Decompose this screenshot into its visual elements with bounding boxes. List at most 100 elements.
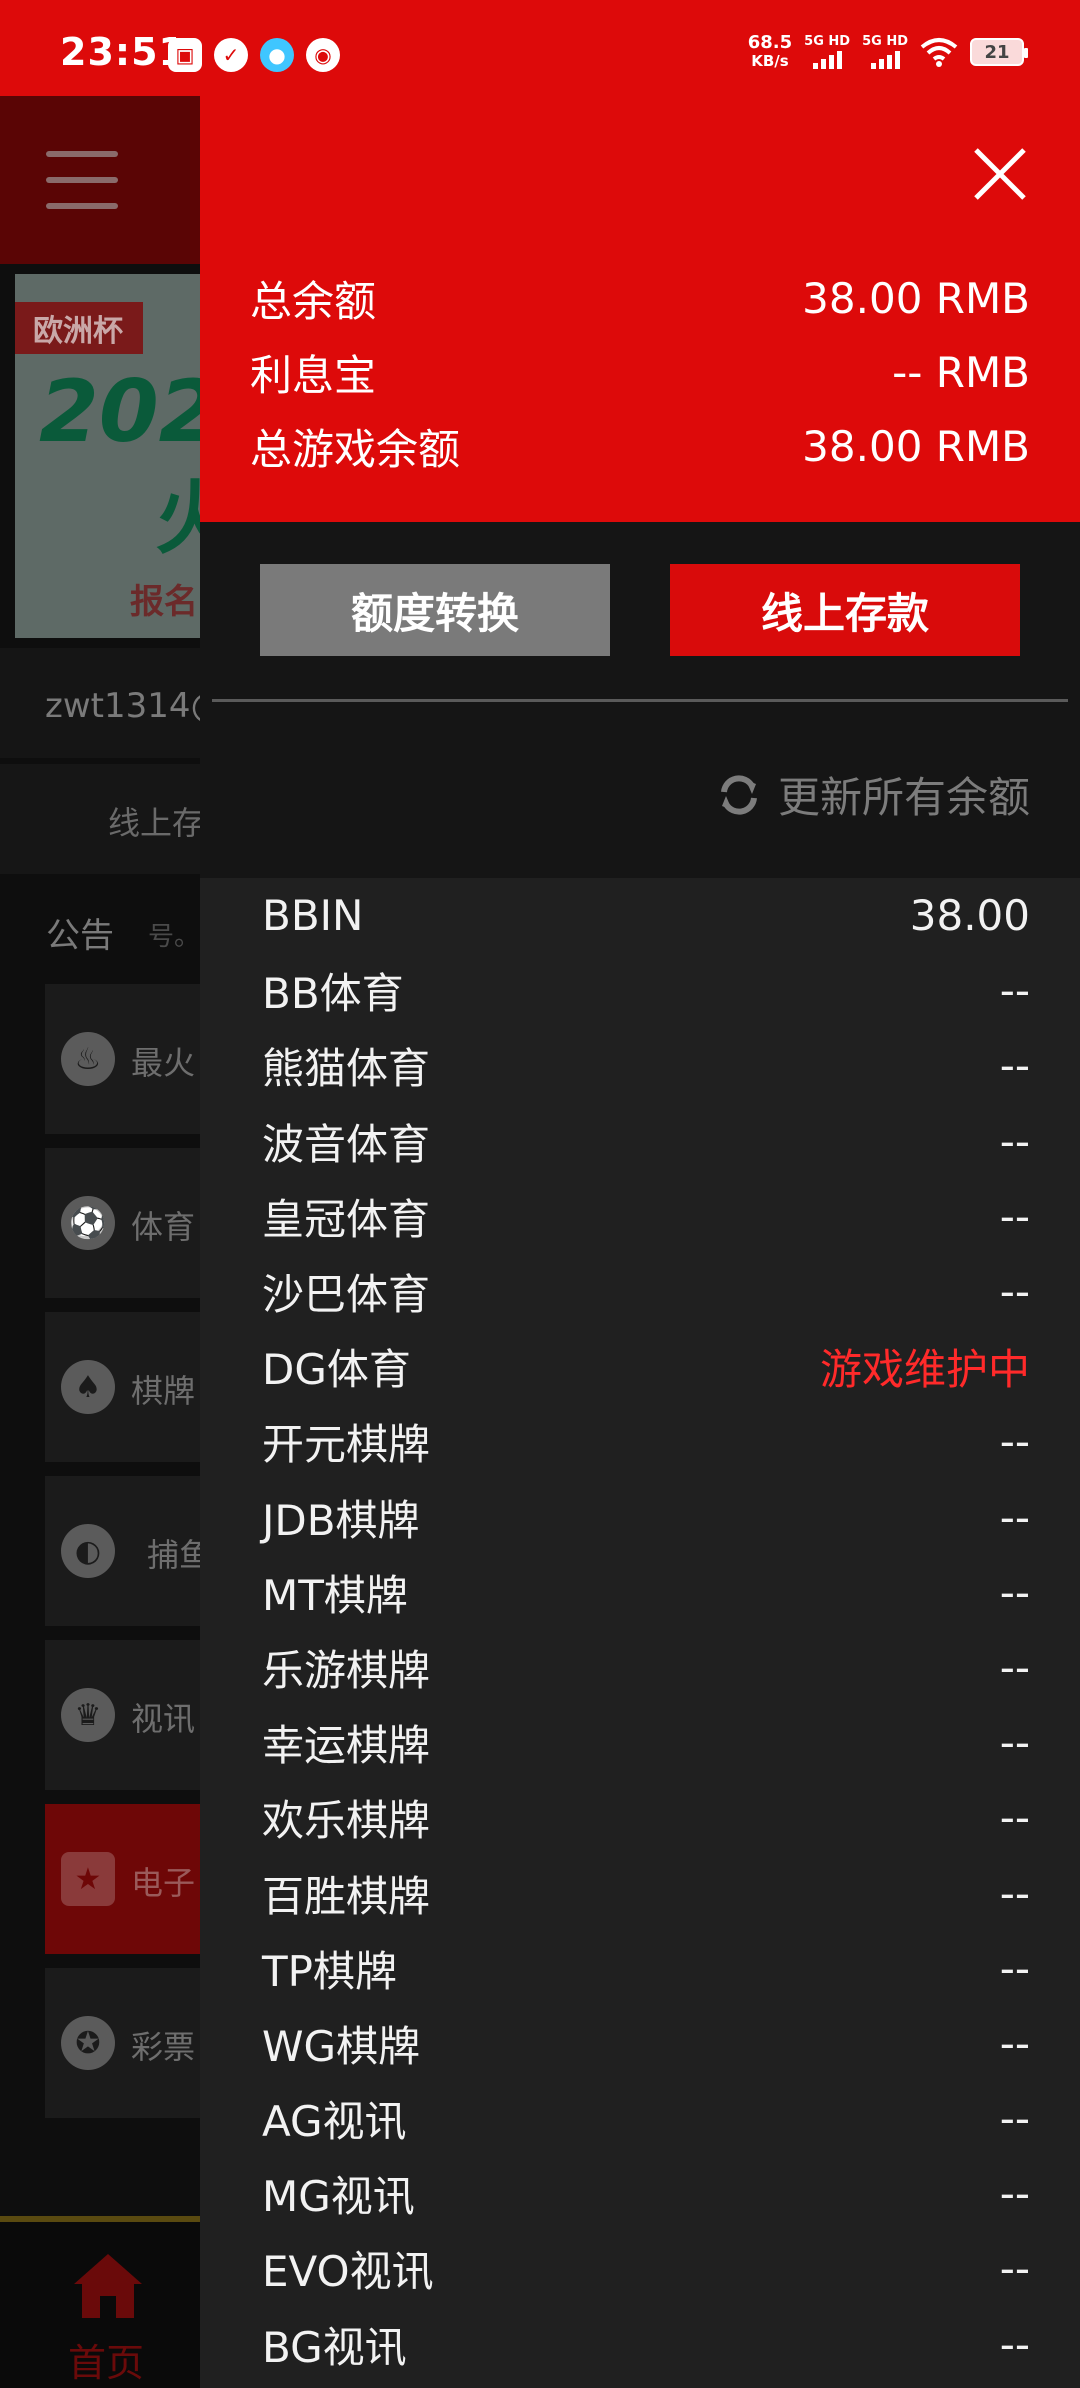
game-name: 波音体育 <box>262 1119 431 1169</box>
close-icon[interactable] <box>968 142 1032 206</box>
game-balance-value: -- <box>999 1868 1030 1918</box>
game-balance-value: -- <box>999 1943 1030 1993</box>
cards-icon: ♠ <box>61 1360 115 1414</box>
status-bar: 23:51 ▣ ✓ ● ◉ 68.5 KB/s 5G HD 5G HD 21 <box>0 0 1080 96</box>
game-balance-value: -- <box>999 2018 1030 2068</box>
category-lottery[interactable]: ✪ 彩票 <box>45 1968 215 2118</box>
game-name: 熊猫体育 <box>262 1044 431 1094</box>
category-fishing[interactable]: ◐ 捕鱼 <box>45 1476 215 1626</box>
wechat-icon: ◉ <box>306 38 340 72</box>
interest-balance-row: 利息宝 -- RMB <box>250 342 1030 402</box>
game-balance-row: DG体育 游戏维护中 <box>200 1329 1080 1404</box>
game-balance-row: JDB棋牌 -- <box>200 1480 1080 1555</box>
game-balance-row: BBIN 38.00 <box>200 878 1080 953</box>
balance-label: 总余额 <box>250 276 377 326</box>
game-balance-value: -- <box>999 2244 1030 2294</box>
game-balance-value: -- <box>999 1492 1030 1542</box>
game-balance-row: 乐游棋牌 -- <box>200 1630 1080 1705</box>
game-balance-row: 开元棋牌 -- <box>200 1404 1080 1479</box>
refresh-icon <box>720 774 757 815</box>
game-name: 沙巴体育 <box>262 1270 431 1320</box>
game-name: EVO视讯 <box>262 2247 434 2297</box>
game-name: 百胜棋牌 <box>262 1871 431 1921</box>
game-name: 皇冠体育 <box>262 1194 431 1244</box>
game-balance-row: MT棋牌 -- <box>200 1555 1080 1630</box>
game-name: BBIN <box>262 891 364 941</box>
balance-drawer: 总余额 38.00 RMB 利息宝 -- RMB 总游戏余额 38.00 RMB… <box>200 96 1080 2388</box>
balance-label: 利息宝 <box>250 350 377 400</box>
net-speed: 68.5 KB/s <box>747 32 793 71</box>
transfer-button[interactable]: 额度转换 <box>260 564 610 656</box>
game-balance-row: 熊猫体育 -- <box>200 1028 1080 1103</box>
game-name: MT棋牌 <box>262 1570 408 1620</box>
game-balance-row: 波音体育 -- <box>200 1104 1080 1179</box>
refresh-all-button[interactable]: 更新所有余额 <box>716 764 1030 825</box>
game-balance-row: MG视讯 -- <box>200 2156 1080 2231</box>
game-balance-value: -- <box>999 1417 1030 1467</box>
game-balance-row: EVO视讯 -- <box>200 2231 1080 2306</box>
refresh-label: 更新所有余额 <box>777 773 1030 822</box>
home-icon <box>74 2254 142 2318</box>
category-sports[interactable]: ⚽ 体育 <box>45 1148 215 1298</box>
banner-year: 202 <box>39 362 200 462</box>
total-balance-row: 总余额 38.00 RMB <box>250 268 1030 328</box>
game-balance-row: 幸运棋牌 -- <box>200 1705 1080 1780</box>
game-name: 幸运棋牌 <box>262 1721 431 1771</box>
promo-banner[interactable]: 欧洲杯 202 火 报名 <box>15 274 200 638</box>
balance-value: 38.00 RMB <box>802 273 1030 323</box>
game-name: BG视讯 <box>262 2322 407 2372</box>
balance-value: 38.00 RMB <box>802 421 1030 471</box>
game-balance-value: -- <box>999 1642 1030 1692</box>
game-balance-row: AG视讯 -- <box>200 2081 1080 2156</box>
signal-bars-icon <box>812 51 842 69</box>
calendar-icon: ▣ <box>168 38 202 72</box>
game-balance-row: BB体育 -- <box>200 953 1080 1028</box>
game-balance-value: -- <box>999 1718 1030 1768</box>
deposit-button[interactable]: 线上存款 <box>670 564 1020 656</box>
game-balance-row: 欢乐棋牌 -- <box>200 1780 1080 1855</box>
balance-value: -- RMB <box>892 347 1030 397</box>
game-balance-row: TP棋牌 -- <box>200 1931 1080 2006</box>
game-balance-row: BG视讯 -- <box>200 2307 1080 2382</box>
soccer-ball-icon: ⚽ <box>61 1196 115 1250</box>
game-balance-row: WG棋牌 -- <box>200 2006 1080 2081</box>
game-balance-row: 沙巴体育 -- <box>200 1254 1080 1329</box>
home-label: 首页 <box>68 2341 145 2385</box>
status-right: 68.5 KB/s 5G HD 5G HD 21 <box>747 32 1028 71</box>
tab-deposit[interactable]: 线上存 <box>108 798 204 844</box>
menu-icon[interactable] <box>46 151 118 209</box>
lottery-ball-icon: ✪ <box>61 2016 115 2070</box>
notice-label: 公告 <box>46 916 114 956</box>
banner-tag: 欧洲杯 <box>15 302 143 354</box>
game-balance-row: 总游戏余额 38.00 RMB <box>250 416 1030 476</box>
notice-text: 号。 <box>148 922 201 952</box>
game-name: JDB棋牌 <box>262 1495 420 1545</box>
category-hot[interactable]: ♨ 最火 <box>45 984 215 1134</box>
game-name: 开元棋牌 <box>262 1420 431 1470</box>
game-balance-value: -- <box>999 2319 1030 2369</box>
game-name: 欢乐棋牌 <box>262 1796 431 1846</box>
signal-sim1: 5G HD <box>804 35 850 69</box>
category-slots[interactable]: ★ 电子 <box>45 1804 215 1954</box>
game-balance-value: -- <box>999 1041 1030 1091</box>
bottom-nav-home[interactable]: 首页 <box>0 2216 200 2388</box>
game-name: TP棋牌 <box>262 1946 397 1996</box>
game-balance-row: 百胜棋牌 -- <box>200 1855 1080 1930</box>
game-balance-value: -- <box>999 1116 1030 1166</box>
fish-icon: ◐ <box>61 1524 115 1578</box>
banner-fire: 火 <box>155 472 200 565</box>
wifi-icon <box>920 38 958 67</box>
game-balance-value: 38.00 <box>909 891 1030 941</box>
qq-icon: ● <box>260 38 294 72</box>
category-cards[interactable]: ♠ 棋牌 <box>45 1312 215 1462</box>
category-live[interactable]: ♛ 视讯 <box>45 1640 215 1790</box>
check-circle-icon: ✓ <box>214 38 248 72</box>
balance-label: 总游戏余额 <box>250 424 461 474</box>
game-name: DG体育 <box>262 1345 411 1395</box>
signal-bars-icon <box>870 51 900 69</box>
slot-machine-icon: ★ <box>61 1852 115 1906</box>
game-balance-value: -- <box>999 2169 1030 2219</box>
game-name: WG棋牌 <box>262 2021 421 2071</box>
signal-sim2: 5G HD <box>862 35 908 69</box>
game-balance-row: 皇冠体育 -- <box>200 1179 1080 1254</box>
